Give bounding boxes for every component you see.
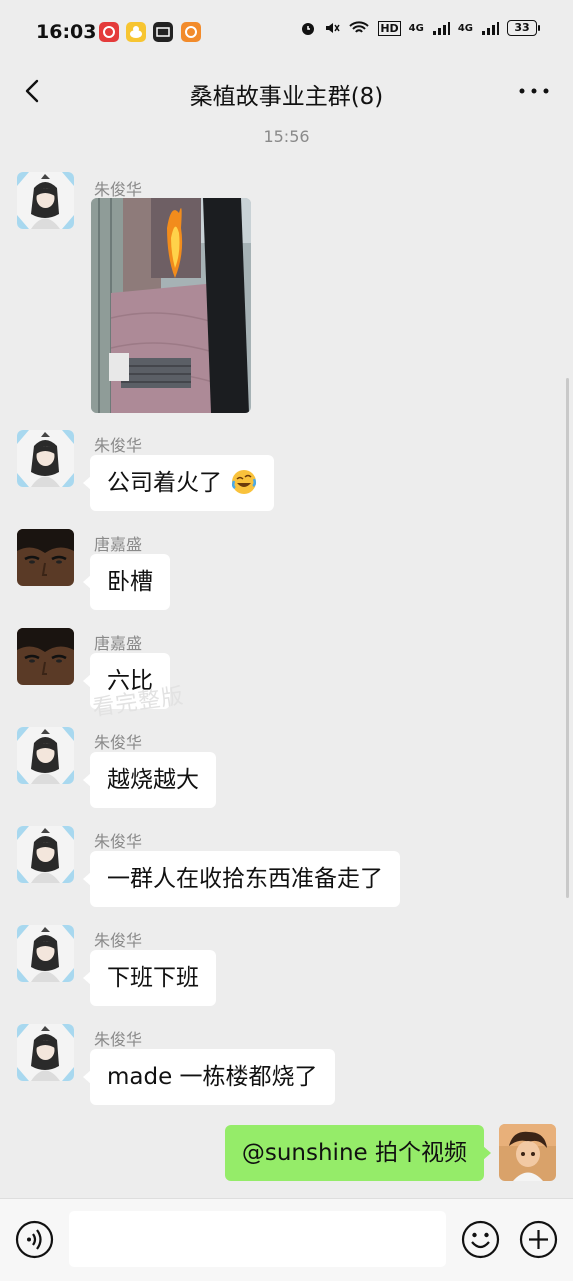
sender-name: 朱俊华: [94, 931, 143, 950]
chat-image[interactable]: [91, 198, 251, 413]
message-bubble-mine[interactable]: @sunshine 拍个视频: [224, 1125, 492, 1181]
signal-icon: [432, 22, 450, 35]
sender-name: 朱俊华: [94, 832, 143, 851]
iqiyi-icon: [153, 22, 173, 42]
battery-level: 33: [514, 21, 530, 34]
status-indicators: HD 4G 4G 33: [300, 20, 540, 36]
message-text: 公司着火了: [107, 470, 222, 496]
alarm-icon: [302, 23, 315, 35]
sender-name: 朱俊华: [94, 436, 143, 455]
more-functions-button[interactable]: [519, 1220, 558, 1259]
emoji-button[interactable]: [461, 1220, 500, 1259]
mute-icon: [326, 23, 340, 33]
more-dots-icon: [519, 88, 549, 94]
avatar[interactable]: [17, 430, 74, 487]
emoji-icon: [461, 1220, 500, 1259]
plus-icon: [519, 1220, 558, 1259]
sender-name: 唐嘉盛: [94, 634, 143, 653]
more-button[interactable]: [517, 76, 551, 106]
message-text: made 一栋楼都烧了: [107, 1064, 318, 1090]
message-input[interactable]: [69, 1211, 446, 1267]
orange-app-icon: [181, 22, 201, 42]
message-bubble[interactable]: 越烧越大: [83, 752, 216, 808]
status-time: 16:03: [36, 21, 97, 43]
avatar[interactable]: [17, 172, 74, 229]
avatar[interactable]: [17, 727, 74, 784]
avatar[interactable]: [17, 826, 74, 883]
voice-button[interactable]: [15, 1220, 54, 1259]
wifi-icon: [349, 21, 370, 33]
message-text: 卧槽: [107, 569, 153, 595]
network-label: 4G: [408, 22, 424, 34]
voice-icon: [15, 1220, 54, 1259]
avatar[interactable]: [17, 628, 74, 685]
sender-name: 朱俊华: [94, 733, 143, 752]
scrollbar[interactable]: [566, 378, 569, 898]
signal-icon: [482, 22, 499, 35]
battery-icon: 33: [507, 20, 540, 36]
chat-title: 桑植故事业主群(8): [189, 84, 384, 110]
sender-name: 朱俊华: [94, 1030, 143, 1049]
chat-header: 桑植故事业主群(8): [0, 62, 573, 122]
avatar[interactable]: [17, 925, 74, 982]
duck-app-icon: [126, 22, 146, 42]
avatar[interactable]: [17, 529, 74, 586]
rolling-laugh-emoji: [232, 470, 257, 494]
message-bubble[interactable]: 卧槽: [83, 554, 170, 610]
message-timestamp: 15:56: [263, 127, 310, 146]
message-bubble[interactable]: 下班下班: [83, 950, 216, 1006]
hd-icon: HD: [378, 20, 401, 36]
network-label: 4G: [457, 22, 473, 34]
sender-name: 唐嘉盛: [94, 535, 143, 554]
message-bubble[interactable]: made 一栋楼都烧了: [83, 1049, 335, 1105]
avatar[interactable]: [17, 1024, 74, 1081]
building-on-fire-photo: [91, 198, 251, 413]
message-text: 一群人在收拾东西准备走了: [107, 866, 383, 892]
my-avatar[interactable]: [499, 1124, 556, 1181]
status-bar: 16:03 HD 4G 4G 33: [0, 0, 573, 62]
message-text: @sunshine 拍个视频: [241, 1140, 467, 1166]
input-bar: [0, 1198, 573, 1281]
netease-music-icon: [99, 22, 119, 42]
message-text: 越烧越大: [107, 767, 199, 793]
message-bubble[interactable]: 公司着火了: [82, 455, 275, 511]
sender-name: 朱俊华: [94, 180, 143, 199]
message-bubble[interactable]: 一群人在收拾东西准备走了: [83, 851, 400, 907]
message-text: 下班下班: [107, 965, 199, 991]
